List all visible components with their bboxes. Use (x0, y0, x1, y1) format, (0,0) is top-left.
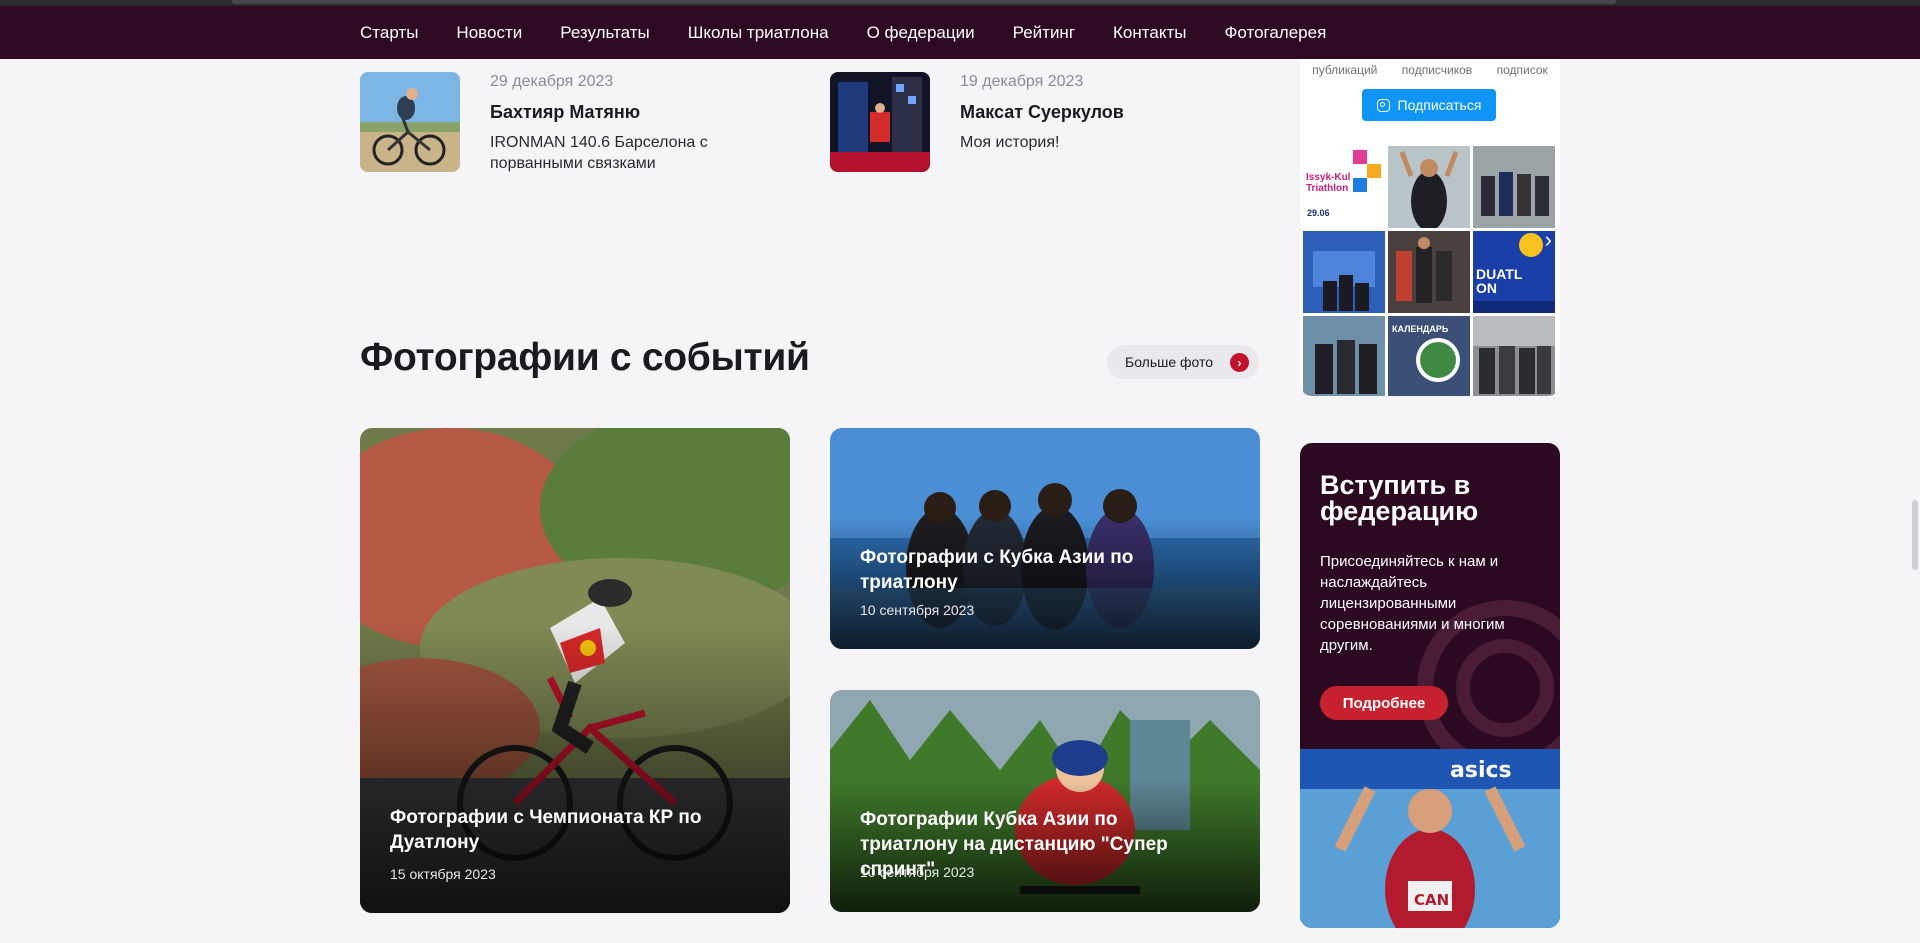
gallery-card-super-sprint[interactable]: Фотографии Кубка Азии по триатлону на ди… (830, 690, 1260, 912)
nav-item-gallery[interactable]: Фотогалерея (1224, 23, 1326, 43)
stat-following: подписок (1496, 63, 1548, 77)
news-author[interactable]: Бахтияр Матяню (490, 102, 640, 123)
tile-text: КАЛЕНДАРЬ (1392, 324, 1449, 334)
stat-posts: публикаций (1312, 63, 1378, 77)
bib-text: CAN (1414, 891, 1449, 909)
news-title[interactable]: IRONMAN 140.6 Барселона с порванными свя… (490, 132, 770, 174)
browser-scroll-track (232, 0, 1616, 4)
nav-menu: Старты Новости Результаты Школы триатлон… (360, 6, 1326, 59)
more-photos-button[interactable]: Больше фото › (1107, 345, 1259, 379)
instagram-tile[interactable] (1473, 146, 1555, 228)
nav-item-rating[interactable]: Рейтинг (1013, 23, 1075, 43)
tile-text: DUATLON (1476, 266, 1523, 296)
instagram-tile[interactable] (1388, 146, 1470, 228)
chevron-right-icon: › (1230, 353, 1249, 372)
nav-item-starts[interactable]: Старты (360, 23, 418, 43)
join-more-button[interactable]: Подробнее (1320, 686, 1448, 720)
news-date: 29 декабря 2023 (490, 73, 614, 90)
instagram-tile[interactable] (1388, 231, 1470, 313)
join-title: Вступить в федерацию (1320, 470, 1479, 526)
page-scrollbar[interactable] (1912, 500, 1918, 570)
instagram-photo-grid: Issyk-Kul Triathlon 29.06 DUATLON КАЛЕНД… (1303, 146, 1557, 396)
nav-item-results[interactable]: Результаты (560, 23, 650, 43)
instagram-icon (1376, 98, 1390, 112)
join-federation-card: Вступить в федерацию Присоединяйтесь к н… (1300, 443, 1560, 928)
nav-item-news[interactable]: Новости (456, 23, 522, 43)
news-date: 19 декабря 2023 (960, 73, 1084, 90)
stat-followers: подписчиков (1401, 63, 1473, 77)
gallery-card-asia-cup[interactable]: Фотографии с Кубка Азии по триатлону 10 … (830, 428, 1260, 649)
subscribe-label: Подписаться (1397, 97, 1482, 113)
gallery-card-duathlon[interactable]: Фотографии с Чемпионата КР по Дуатлону 1… (360, 428, 790, 913)
instagram-tile[interactable] (1303, 231, 1385, 313)
nav-item-contacts[interactable]: Контакты (1113, 23, 1186, 43)
instagram-tile[interactable]: КАЛЕНДАРЬ (1388, 316, 1470, 396)
nav-item-schools[interactable]: Школы триатлона (688, 23, 829, 43)
runner-photo: asics CAN (1300, 749, 1560, 928)
instagram-tile[interactable]: DUATLON (1473, 231, 1555, 313)
instagram-subscribe-button[interactable]: Подписаться (1362, 89, 1496, 121)
gallery-card-title[interactable]: Фотографии с Чемпионата КР по Дуатлону (390, 805, 750, 855)
instagram-stats: публикаций подписчиков подписок (1300, 63, 1560, 77)
instagram-tile[interactable] (1303, 316, 1385, 396)
news-thumbnail-cyclist[interactable] (360, 72, 460, 172)
instagram-tile[interactable]: Issyk-Kul Triathlon 29.06 (1303, 146, 1385, 228)
news-item[interactable]: 29 декабря 2023 Бахтияр Матяню IRONMAN 1… (360, 72, 800, 182)
instagram-tile[interactable] (1473, 316, 1555, 396)
tile-text: Issyk-Kul Triathlon (1306, 172, 1351, 194)
instagram-widget: публикаций подписчиков подписок Подписат… (1300, 59, 1560, 396)
news-author[interactable]: Максат Суеркулов (960, 102, 1124, 123)
main-navbar: Старты Новости Результаты Школы триатлон… (0, 6, 1920, 59)
more-photos-label: Больше фото (1125, 354, 1214, 370)
chevron-right-icon[interactable]: › (1545, 227, 1552, 253)
gallery-section-title: Фотографии с событий (360, 336, 810, 379)
gallery-card-date: 15 октября 2023 (390, 866, 496, 882)
news-thumbnail-finish[interactable] (830, 72, 930, 172)
news-title[interactable]: Моя история! (960, 132, 1240, 153)
join-text: Присоединяйтесь к нам и наслаждайтесь ли… (1320, 553, 1505, 654)
news-item[interactable]: 19 декабря 2023 Максат Суеркулов Моя ист… (830, 72, 1270, 182)
gallery-card-date: 10 сентября 2023 (860, 602, 975, 618)
gallery-card-title[interactable]: Фотографии с Кубка Азии по триатлону (860, 545, 1220, 595)
nav-item-about[interactable]: О федерации (867, 23, 975, 43)
banner-text: asics (1450, 758, 1512, 783)
tile-date: 29.06 (1307, 208, 1330, 218)
gallery-card-date: 10 сентября 2023 (860, 864, 975, 880)
